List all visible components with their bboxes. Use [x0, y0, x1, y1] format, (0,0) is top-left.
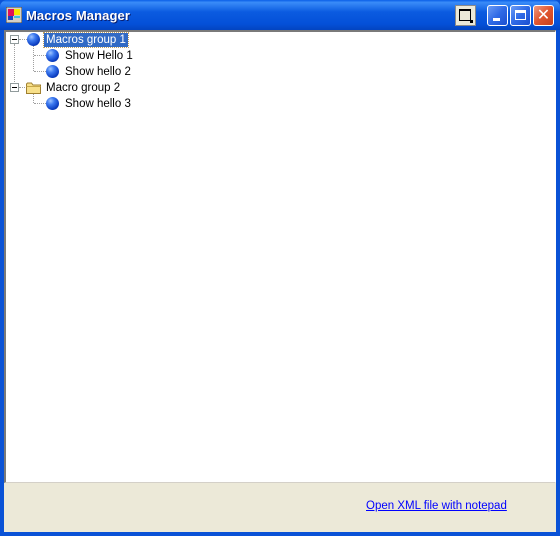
ball-icon [46, 97, 59, 110]
tree-node-macro-group-2[interactable]: Macro group 2 [6, 80, 206, 96]
tree-node-label[interactable]: Macro group 2 [44, 81, 122, 95]
ball-icon [46, 49, 59, 62]
macros-manager-window: Macros Manager ✕ Macros group 1 Show Hel… [0, 0, 560, 536]
collapse-toggle[interactable] [10, 35, 19, 44]
tree-node-label[interactable]: Show hello 3 [63, 97, 133, 111]
minimize-icon [493, 18, 500, 21]
close-button[interactable]: ✕ [533, 5, 554, 26]
tree-node-show-hello-3[interactable]: Show hello 3 [6, 96, 206, 112]
maximize-button[interactable] [510, 5, 531, 26]
tree-node-label[interactable]: Show Hello 1 [63, 49, 135, 63]
maximize-icon [515, 10, 526, 20]
app-icon [6, 7, 22, 23]
folder-icon [26, 82, 41, 94]
tree-node-macros-group-1[interactable]: Macros group 1 [6, 32, 206, 48]
window-layout-dot [470, 20, 473, 23]
ball-icon [46, 65, 59, 78]
title-bar[interactable]: Macros Manager ✕ [0, 0, 560, 30]
ball-icon [27, 33, 40, 46]
minimize-button[interactable] [487, 5, 508, 26]
close-icon: ✕ [536, 5, 551, 24]
tree-node-show-hello-1[interactable]: Show Hello 1 [6, 48, 206, 64]
tree-node-show-hello-2[interactable]: Show hello 2 [6, 64, 206, 80]
tree-node-label[interactable]: Macros group 1 [43, 32, 129, 48]
open-xml-notepad-link[interactable]: Open XML file with notepad [366, 500, 507, 512]
window-title: Macros Manager [26, 8, 130, 23]
client-area: Macros group 1 Show Hello 1 Show hello 2… [4, 30, 556, 532]
macros-tree-view[interactable]: Macros group 1 Show Hello 1 Show hello 2… [4, 30, 556, 483]
extra-button[interactable] [455, 5, 476, 26]
collapse-toggle[interactable] [10, 83, 19, 92]
tree-node-label[interactable]: Show hello 2 [63, 65, 133, 79]
